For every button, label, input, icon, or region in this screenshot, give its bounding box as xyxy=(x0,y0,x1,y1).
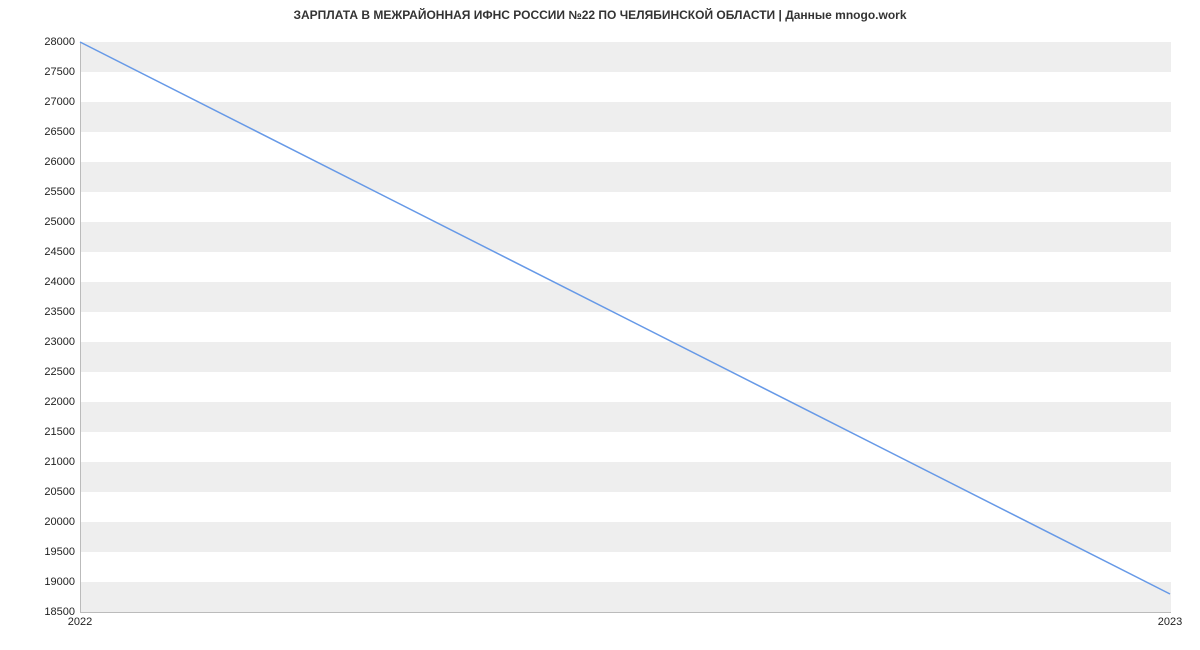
y-tick-label: 27000 xyxy=(5,96,75,108)
y-tick-label: 19000 xyxy=(5,576,75,588)
chart-container: ЗАРПЛАТА В МЕЖРАЙОННАЯ ИФНС РОССИИ №22 П… xyxy=(0,0,1200,650)
y-tick-label: 24000 xyxy=(5,276,75,288)
x-tick-label: 2023 xyxy=(1158,616,1182,628)
y-tick-label: 21000 xyxy=(5,456,75,468)
y-tick-label: 25000 xyxy=(5,216,75,228)
y-tick-label: 28000 xyxy=(5,36,75,48)
y-tick-label: 22000 xyxy=(5,396,75,408)
y-tick-label: 20000 xyxy=(5,516,75,528)
y-tick-label: 18500 xyxy=(5,606,75,618)
series-line xyxy=(80,42,1170,594)
y-tick-label: 22500 xyxy=(5,366,75,378)
y-tick-label: 20500 xyxy=(5,486,75,498)
y-tick-label: 27500 xyxy=(5,66,75,78)
line-layer xyxy=(80,42,1170,612)
y-tick-label: 23000 xyxy=(5,336,75,348)
y-tick-label: 25500 xyxy=(5,186,75,198)
y-tick-label: 23500 xyxy=(5,306,75,318)
chart-title: ЗАРПЛАТА В МЕЖРАЙОННАЯ ИФНС РОССИИ №22 П… xyxy=(0,8,1200,22)
y-tick-label: 26000 xyxy=(5,156,75,168)
y-tick-label: 19500 xyxy=(5,546,75,558)
y-tick-label: 21500 xyxy=(5,426,75,438)
y-tick-label: 24500 xyxy=(5,246,75,258)
x-tick-label: 2022 xyxy=(68,616,92,628)
y-tick-label: 26500 xyxy=(5,126,75,138)
